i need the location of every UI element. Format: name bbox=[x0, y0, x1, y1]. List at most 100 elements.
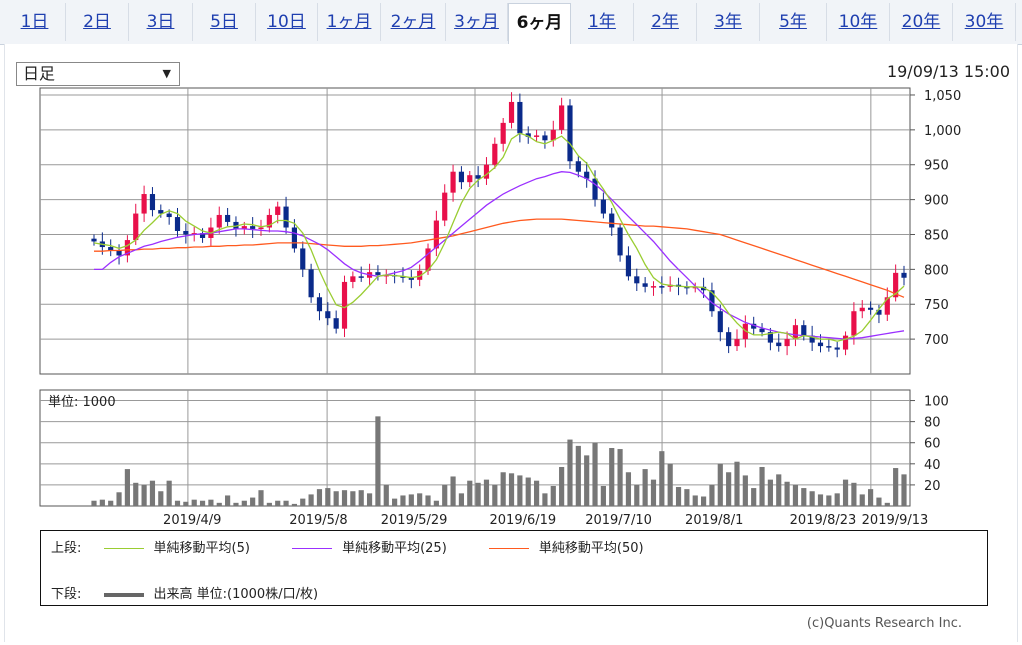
volume-bar bbox=[208, 499, 214, 506]
legend-ma5-label: 単純移動平均(5) bbox=[153, 541, 250, 556]
volume-bar bbox=[133, 482, 139, 506]
volume-bar bbox=[834, 493, 840, 506]
volume-bar bbox=[684, 489, 690, 506]
volume-bar bbox=[734, 461, 740, 506]
legend-swatch-ma25 bbox=[292, 548, 333, 549]
volume-bar bbox=[341, 490, 348, 506]
candle-body bbox=[834, 347, 840, 350]
volume-bar bbox=[425, 495, 431, 506]
volume-bar bbox=[784, 481, 790, 506]
volume-bar bbox=[650, 479, 657, 506]
price-tick-label-2: 800 bbox=[924, 263, 949, 278]
candle-body bbox=[450, 171, 456, 193]
volume-tick-label-4: 100 bbox=[924, 395, 949, 410]
candle-body bbox=[216, 214, 222, 228]
candle-body bbox=[726, 332, 732, 347]
candle-body bbox=[884, 297, 890, 315]
candle-body bbox=[141, 194, 147, 214]
candle-body bbox=[333, 318, 339, 329]
volume-bar bbox=[300, 498, 306, 506]
volume-bar bbox=[383, 484, 389, 506]
volume-bar bbox=[225, 495, 231, 506]
volume-bar bbox=[692, 495, 698, 506]
volume-bar bbox=[751, 488, 757, 506]
candle-body bbox=[533, 135, 540, 137]
legend-ma50-label: 単純移動平均(50) bbox=[538, 541, 644, 556]
volume-bar bbox=[358, 490, 364, 506]
price-tick-label-3: 850 bbox=[924, 228, 949, 243]
candle-body bbox=[575, 161, 581, 172]
volume-bar bbox=[792, 484, 799, 506]
volume-bar bbox=[116, 492, 122, 506]
candle-body bbox=[291, 227, 298, 249]
volume-bar bbox=[108, 500, 114, 506]
volume-bar bbox=[174, 500, 181, 506]
candle-body bbox=[166, 213, 172, 218]
candle-body bbox=[868, 307, 874, 310]
volume-bar bbox=[559, 466, 565, 506]
volume-bar bbox=[508, 473, 515, 506]
volume-bar bbox=[141, 484, 147, 506]
legend: 上段: 単純移動平均(5) 単純移動平均(25) 単純移動平均(50) 下段: … bbox=[40, 530, 988, 606]
candle-body bbox=[734, 339, 740, 347]
candle-body bbox=[316, 297, 323, 312]
volume-unit-label: 単位: 1000 bbox=[48, 394, 116, 410]
volume-bar bbox=[642, 469, 648, 506]
candle-body bbox=[634, 276, 640, 284]
candle-body bbox=[559, 105, 565, 130]
volume-bar bbox=[450, 476, 456, 506]
volume-bar bbox=[258, 490, 264, 506]
volume-bar bbox=[726, 472, 732, 506]
x-tick-label-2: 2019/5/29 bbox=[381, 513, 448, 528]
candle-body bbox=[851, 311, 857, 336]
price-tick-label-7: 1,050 bbox=[924, 89, 961, 104]
candle-body bbox=[659, 286, 665, 288]
x-tick-label-0: 2019/4/9 bbox=[163, 513, 221, 528]
volume-bar bbox=[408, 494, 414, 506]
volume-bar bbox=[884, 502, 890, 506]
candle-body bbox=[275, 206, 281, 215]
candle-body bbox=[842, 335, 849, 350]
candle-body bbox=[609, 213, 615, 228]
candle-body bbox=[442, 192, 448, 221]
volume-bar bbox=[893, 468, 899, 506]
candle-body bbox=[433, 220, 439, 249]
candle-body bbox=[308, 269, 314, 298]
candle-body bbox=[792, 325, 799, 340]
candle-body bbox=[517, 101, 523, 134]
price-tick-label-0: 700 bbox=[924, 333, 949, 348]
candle-body bbox=[341, 281, 348, 329]
volume-bar bbox=[542, 493, 548, 506]
volume-bar bbox=[759, 466, 765, 506]
volume-bar bbox=[99, 499, 105, 506]
volume-bar bbox=[316, 489, 323, 506]
volume-bar bbox=[442, 484, 448, 506]
volume-bar bbox=[517, 475, 523, 506]
volume-bar bbox=[166, 480, 172, 506]
candle-body bbox=[258, 227, 264, 230]
candle-body bbox=[149, 194, 156, 211]
volume-bar bbox=[475, 482, 481, 506]
volume-tick-label-2: 60 bbox=[924, 437, 941, 452]
candle-body bbox=[600, 199, 606, 214]
volume-bar bbox=[250, 497, 256, 506]
candle-body bbox=[116, 250, 122, 256]
candle-body bbox=[826, 346, 832, 348]
volume-bar bbox=[767, 479, 773, 506]
volume-bar bbox=[392, 498, 398, 506]
candle-body bbox=[492, 143, 498, 165]
volume-bar bbox=[667, 463, 673, 506]
candle-body bbox=[817, 342, 824, 347]
candle-body bbox=[350, 276, 356, 282]
volume-bar bbox=[483, 479, 490, 506]
volume-bar bbox=[584, 455, 590, 506]
volume-bar bbox=[149, 480, 156, 506]
candle-body bbox=[508, 101, 515, 123]
volume-bar bbox=[600, 485, 606, 506]
x-tick-label-1: 2019/5/8 bbox=[289, 513, 347, 528]
volume-bar bbox=[742, 475, 748, 506]
volume-bar bbox=[400, 495, 406, 506]
candle-body bbox=[183, 231, 189, 235]
x-tick-label-4: 2019/7/10 bbox=[585, 513, 652, 528]
volume-bar bbox=[851, 482, 857, 506]
